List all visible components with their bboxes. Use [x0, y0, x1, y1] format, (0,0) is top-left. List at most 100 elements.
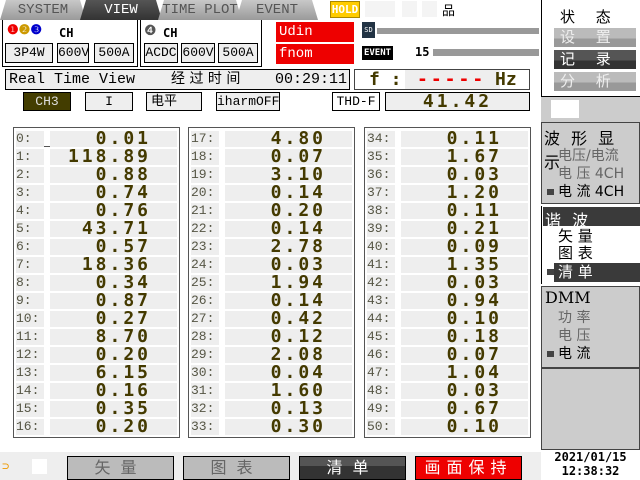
ch-label: CH — [163, 26, 178, 40]
harmonic-row: 33: 0.30 — [191, 418, 352, 436]
tab-time-plot[interactable]: TIME PLOT — [158, 0, 242, 20]
harmonic-order: 0: — [16, 131, 44, 147]
harmonic-value: 0.14 — [225, 184, 352, 202]
harmonic-row: 5: 43.71 — [16, 220, 177, 238]
harmonic-row: 36: 0.03 — [367, 166, 528, 184]
menu-current[interactable]: 电 流 — [542, 345, 640, 363]
sd-usage-bar — [377, 28, 539, 34]
harmonic-value: 2.78 — [225, 238, 352, 256]
harmonic-row: 10: 0.27 — [16, 310, 177, 328]
quantity-select[interactable]: I — [85, 92, 133, 111]
harmonic-row: 12: 0.20 — [16, 346, 177, 364]
ch4-voltage-box: 600V — [181, 43, 215, 63]
display-mode-select[interactable]: 电平 — [146, 92, 202, 111]
record-button[interactable]: 记 录 — [554, 50, 636, 69]
harmonic-row: 6: 0.57 — [16, 238, 177, 256]
channel-select[interactable]: CH3 — [23, 92, 71, 111]
harmonic-order: 31: — [191, 383, 219, 399]
status-title: 状 态 — [560, 8, 619, 26]
menu-current-4ch[interactable]: 电 流 4CH — [542, 183, 640, 201]
clock: 2021/01/15 12:38:32 — [541, 450, 640, 480]
waveform-section: 波 形 显 示 电压/电流 电 压 4CH 电 流 4CH — [541, 122, 640, 204]
harmonic-column: 34: 0.11 35: 1.67 36: 0.03 37: 1.20 38: 0.11 39: 0.… — [364, 127, 531, 438]
voltage-range-box: 600V — [57, 43, 89, 63]
menu-vector[interactable]: 矢 量 — [542, 227, 640, 245]
harmonic-order: 16: — [16, 419, 44, 435]
harmonic-title: 谐 波 — [543, 207, 640, 230]
menu-list[interactable]: 清 单 — [542, 263, 640, 282]
harmonic-value: 0.12 — [225, 328, 352, 346]
harmonic-row: 2: 0.88 — [16, 166, 177, 184]
harmonic-value: 0.20 — [50, 418, 177, 436]
screen-hold-button[interactable]: 画面保持 — [415, 456, 522, 480]
harmonic-order: 47: — [367, 365, 395, 381]
list-button[interactable]: 清单 — [299, 456, 406, 480]
event-bar — [433, 49, 539, 56]
selected-bullet-icon — [547, 189, 554, 195]
menu-voltage[interactable]: 电 压 — [542, 327, 640, 345]
harmonic-row: 8: 0.34 — [16, 274, 177, 292]
harmonic-value: 0.34 — [50, 274, 177, 292]
harmonic-order: 34: — [367, 131, 395, 147]
menu-power[interactable]: 功 率 — [542, 309, 640, 327]
tab-view[interactable]: VIEW — [80, 0, 162, 20]
harmonic-value: 4.80 — [225, 130, 352, 148]
harmonic-value: 6.15 — [50, 364, 177, 382]
harmonic-order: 12: — [16, 347, 44, 363]
harmonic-order: 11: — [16, 329, 44, 345]
harmonic-order: 23: — [191, 239, 219, 255]
harmonic-order: 32: — [191, 401, 219, 417]
harmonic-order: 37: — [367, 185, 395, 201]
freq-value: ----- — [417, 69, 487, 90]
harmonic-order: 19: — [191, 167, 219, 183]
harmonic-value: 0.27 — [50, 310, 177, 328]
channel-123-icon: ❶❷❸ — [7, 23, 42, 38]
harmonic-order: 50: — [367, 419, 395, 435]
menu-graph[interactable]: 图 表 — [542, 244, 640, 262]
harmonic-row: 21: 0.20 — [191, 202, 352, 220]
fnom-badge: fnom 50Hz — [275, 43, 355, 82]
vector-button[interactable]: 矢量 — [67, 456, 174, 480]
dmm-title: DMM — [545, 288, 591, 307]
menu-voltage-4ch[interactable]: 电 压 4CH — [542, 165, 640, 183]
harmonic-value: 0.10 — [401, 310, 528, 328]
harmonic-order: 9: — [16, 293, 44, 309]
harmonic-value: 0.03 — [401, 382, 528, 400]
harmonic-value: 0.18 — [401, 328, 528, 346]
harmonic-order: 4: — [16, 203, 44, 219]
harmonic-order: 25: — [191, 275, 219, 291]
harmonic-row: 13: 6.15 — [16, 364, 177, 382]
coupling-box: ACDC — [144, 43, 178, 63]
harmonic-value: 0.07 — [225, 148, 352, 166]
tab-event[interactable]: EVENT — [236, 0, 318, 20]
iharm-toggle[interactable]: iharmOFF — [216, 92, 280, 111]
harmonic-row: 30: 0.04 — [191, 364, 352, 382]
harmonic-row: 39: 0.21 — [367, 220, 528, 238]
harmonic-value: 0.30 — [225, 418, 352, 436]
harmonic-row: 43: 0.94 — [367, 292, 528, 310]
harmonic-order: 44: — [367, 311, 395, 327]
harmonic-row: 27: 0.42 — [191, 310, 352, 328]
harmonic-row: 7: 18.36 — [16, 256, 177, 274]
analysis-button[interactable]: 分 析 — [554, 72, 636, 91]
tab-system[interactable]: SYSTEM — [0, 0, 86, 20]
graph-button[interactable]: 图表 — [183, 456, 290, 480]
harmonic-order: 3: — [16, 185, 44, 201]
harmonic-row: 0: 0.01 — [16, 130, 177, 148]
network-icon: 品 — [442, 4, 456, 19]
udin-badge: Udin 230V — [275, 21, 355, 60]
harmonic-row: 3: 0.74 — [16, 184, 177, 202]
settings-button[interactable]: 设 置 — [554, 28, 636, 47]
harmonic-order: 28: — [191, 329, 219, 345]
harmonic-value: 8.70 — [50, 328, 177, 346]
harmonic-row: 1: 118.89 — [16, 148, 177, 166]
empty-section — [541, 368, 640, 450]
status-panel: 状 态 设 置 记 录 分 析 — [541, 0, 640, 97]
menu-voltage-current[interactable]: 电压/电流 — [542, 147, 640, 165]
date: 2021/01/15 — [554, 450, 627, 464]
harmonic-row: 48: 0.03 — [367, 382, 528, 400]
status-slot — [365, 1, 395, 17]
harmonic-row: 49: 0.67 — [367, 400, 528, 418]
harmonic-row: 44: 0.10 — [367, 310, 528, 328]
harmonic-order: 18: — [191, 149, 219, 165]
